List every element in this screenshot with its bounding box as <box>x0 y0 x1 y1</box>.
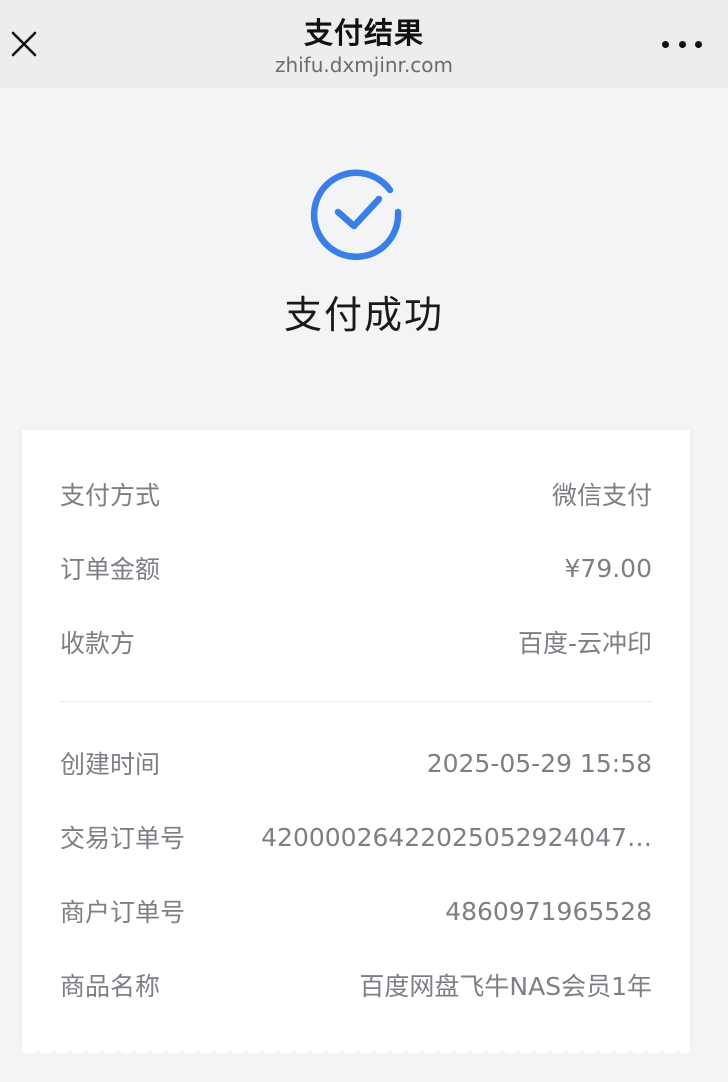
detail-label: 订单金额 <box>60 555 161 584</box>
payment-detail-card: 支付方式 微信支付 订单金额 ¥79.00 收款方 百度-云冲印 创建时间 20… <box>22 430 690 1050</box>
detail-label: 创建时间 <box>60 750 161 779</box>
more-icon <box>662 40 669 48</box>
detail-label: 支付方式 <box>60 481 161 510</box>
detail-value[interactable]: 42000026422025052924047… <box>261 823 652 852</box>
detail-row-created-time: 创建时间 2025-05-29 15:58 <box>60 743 652 783</box>
detail-label: 商户订单号 <box>60 898 186 927</box>
detail-label: 商品名称 <box>60 972 161 1001</box>
detail-value: ¥79.00 <box>564 553 652 583</box>
page-title: 支付结果 <box>303 16 424 50</box>
detail-label: 收款方 <box>60 629 136 658</box>
payment-status-text: 支付成功 <box>283 293 444 337</box>
detail-value: 百度-云冲印 <box>517 629 652 658</box>
detail-value: 百度网盘飞牛NAS会员1年 <box>359 972 652 1001</box>
detail-value: 2025-05-29 15:58 <box>426 748 652 778</box>
detail-value: 4860971965528 <box>445 896 652 926</box>
receipt-wavy-edge <box>22 1042 690 1054</box>
divider <box>60 701 652 702</box>
top-navbar: 支付结果 zhifu.dxmjinr.com <box>0 0 728 88</box>
detail-row-merchant-order-id: 商户订单号 4860971965528 <box>60 891 652 931</box>
detail-label: 交易订单号 <box>60 824 186 853</box>
page-url: zhifu.dxmjinr.com <box>274 53 454 77</box>
detail-row-payee: 收款方 百度-云冲印 <box>60 622 652 662</box>
detail-row-product-name: 商品名称 百度网盘飞牛NAS会员1年 <box>60 965 652 1005</box>
check-circle-icon <box>310 169 402 260</box>
detail-row-transaction-id[interactable]: 交易订单号 42000026422025052924047… <box>60 817 652 857</box>
more-button[interactable] <box>662 34 702 54</box>
detail-value: 微信支付 <box>551 481 652 510</box>
detail-row-payment-method: 支付方式 微信支付 <box>60 474 652 514</box>
detail-row-order-amount: 订单金额 ¥79.00 <box>60 548 652 588</box>
